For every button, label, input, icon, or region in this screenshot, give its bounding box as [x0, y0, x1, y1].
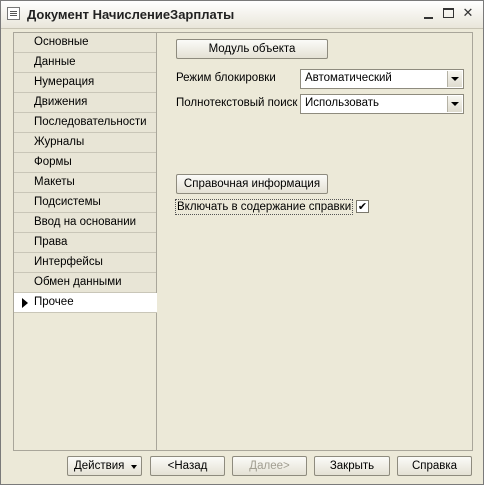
sidebar-item-data[interactable]: Данные	[14, 53, 156, 73]
sidebar-item-numbering[interactable]: Нумерация	[14, 73, 156, 93]
back-button[interactable]: <Назад	[150, 456, 225, 476]
sidebar-item-main[interactable]: Основные	[14, 33, 156, 53]
properties-panel: Модуль объекта Режим блокировки Автомати…	[157, 32, 473, 451]
fulltext-search-label: Полнотекстовый поиск	[176, 97, 298, 109]
chevron-down-icon[interactable]	[447, 71, 462, 87]
sidebar-item-subsystems[interactable]: Подсистемы	[14, 193, 156, 213]
sidebar-item-other-label: Прочее	[34, 296, 74, 308]
next-button[interactable]: Далее>	[232, 456, 307, 476]
include-in-help-label[interactable]: Включать в содержание справки	[175, 199, 354, 215]
close-icon[interactable]: ✕	[461, 7, 475, 21]
actions-button[interactable]: Действия	[67, 456, 142, 476]
help-button[interactable]: Справка	[397, 456, 472, 476]
actions-label: Действия	[74, 460, 125, 472]
lock-mode-value: Автоматический	[305, 72, 392, 84]
sidebar-item-interfaces[interactable]: Интерфейсы	[14, 253, 156, 273]
designer-window: Документ НачислениеЗарплаты ✕ Основные Д…	[0, 0, 484, 485]
selected-arrow-icon	[22, 298, 28, 308]
sidebar-item-data-exchange[interactable]: Обмен данными	[14, 273, 156, 293]
sidebar-item-other[interactable]: Прочее	[14, 293, 158, 313]
sidebar-item-rights[interactable]: Права	[14, 233, 156, 253]
sidebar-list: Основные Данные Нумерация Движения После…	[13, 32, 158, 451]
maximize-icon[interactable]	[442, 7, 456, 21]
fulltext-search-value: Использовать	[305, 97, 380, 109]
lock-mode-label: Режим блокировки	[176, 72, 276, 84]
lock-mode-select[interactable]: Автоматический	[300, 69, 464, 89]
minimize-icon[interactable]	[422, 7, 436, 21]
include-in-help-checkbox[interactable]: ✔	[356, 200, 369, 213]
sidebar-item-input-based[interactable]: Ввод на основании	[14, 213, 156, 233]
close-button[interactable]: Закрыть	[314, 456, 390, 476]
sidebar-item-templates[interactable]: Макеты	[14, 173, 156, 193]
chevron-down-icon[interactable]	[447, 96, 462, 112]
window-title: Документ НачислениеЗарплаты	[27, 7, 235, 22]
sidebar-item-sequences[interactable]: Последовательности	[14, 113, 156, 133]
title-bar[interactable]: Документ НачислениеЗарплаты ✕	[1, 1, 483, 29]
sidebar-item-movements[interactable]: Движения	[14, 93, 156, 113]
document-icon	[7, 7, 20, 20]
sidebar-item-journals[interactable]: Журналы	[14, 133, 156, 153]
help-info-button[interactable]: Справочная информация	[176, 174, 328, 194]
sidebar-item-forms[interactable]: Формы	[14, 153, 156, 173]
fulltext-search-select[interactable]: Использовать	[300, 94, 464, 114]
chevron-down-icon	[131, 465, 137, 469]
object-module-button[interactable]: Модуль объекта	[176, 39, 328, 59]
